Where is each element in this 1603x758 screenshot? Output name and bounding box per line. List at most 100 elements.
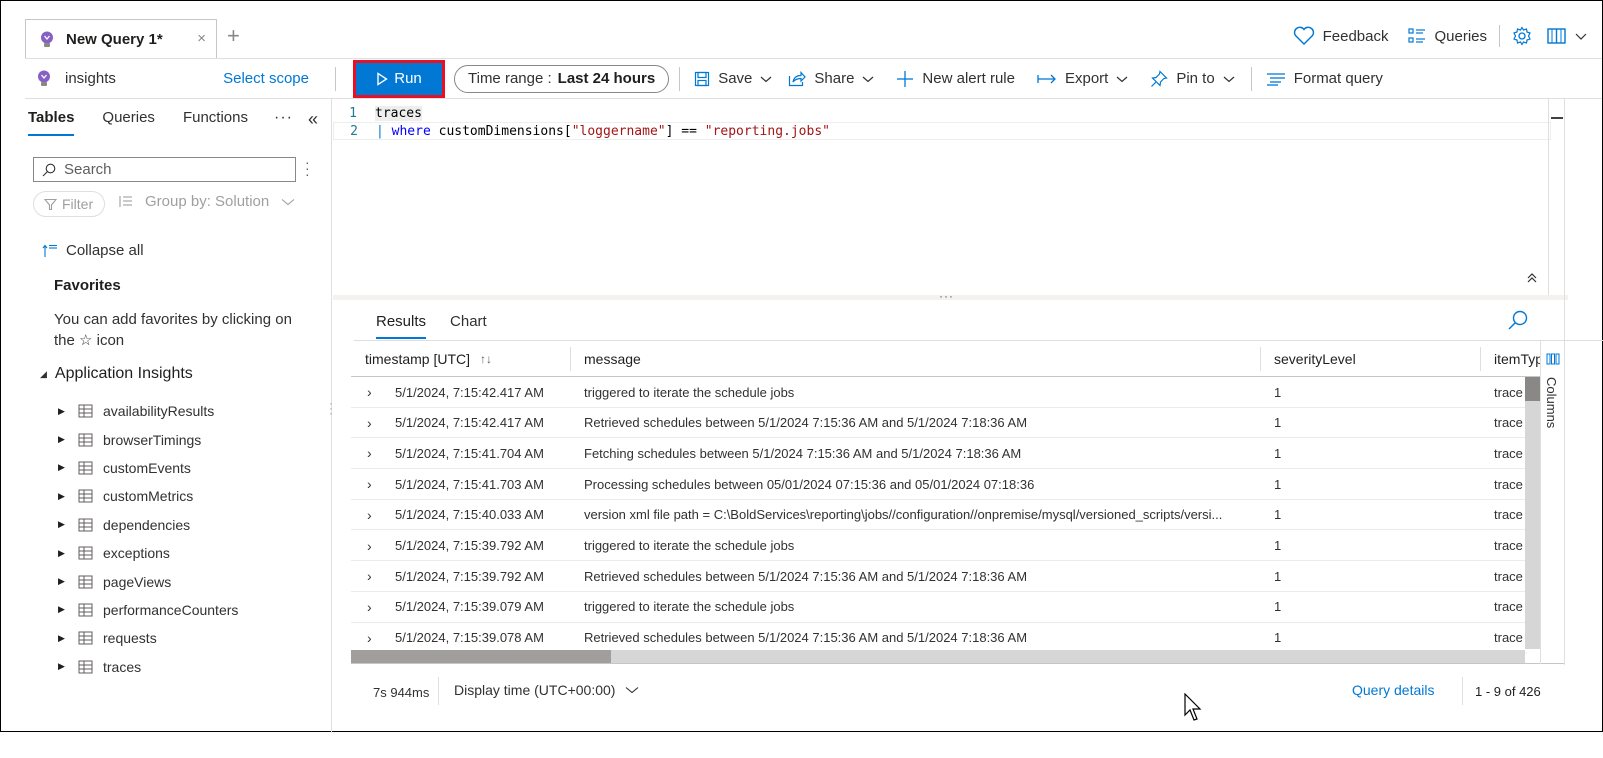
- grid-horizontal-scrollbar[interactable]: [351, 650, 1525, 663]
- expand-arrow-icon[interactable]: ▶: [58, 491, 78, 502]
- add-tab-icon[interactable]: +: [227, 23, 240, 49]
- tab-results[interactable]: Results: [376, 313, 427, 339]
- cell-itemtype: trace: [1494, 507, 1523, 523]
- table-item-dependencies[interactable]: ▶ dependencies: [58, 511, 238, 539]
- application-insights-group[interactable]: ◢ Application Insights: [40, 365, 193, 383]
- table-item-browserTimings[interactable]: ▶ browserTimings: [58, 425, 238, 453]
- column-header-message[interactable]: message: [571, 341, 1261, 377]
- table-item-requests[interactable]: ▶ requests: [58, 624, 238, 652]
- table-row[interactable]: › 5/1/2024, 7:15:40.033 AM version xml fil…: [351, 500, 1527, 531]
- table-item-exceptions[interactable]: ▶ exceptions: [58, 539, 238, 567]
- expand-row-icon[interactable]: ›: [367, 500, 372, 530]
- sort-icon[interactable]: ↑↓: [480, 352, 492, 366]
- feedback-button[interactable]: Feedback: [1293, 26, 1388, 46]
- expand-row-icon[interactable]: ›: [367, 438, 372, 468]
- select-scope-link[interactable]: Select scope: [223, 70, 309, 87]
- column-header-severitylevel[interactable]: severityLevel: [1261, 341, 1481, 377]
- expand-arrow-icon[interactable]: ▶: [58, 406, 78, 417]
- expand-arrow-icon[interactable]: ▶: [58, 661, 78, 672]
- pin-to-button[interactable]: Pin to: [1150, 69, 1235, 88]
- scrollbar-thumb[interactable]: [351, 650, 611, 663]
- export-button[interactable]: Export: [1037, 70, 1128, 87]
- grid-vertical-scrollbar[interactable]: [1525, 377, 1540, 649]
- table-row[interactable]: › 5/1/2024, 7:15:42.417 AM triggered to it…: [351, 377, 1527, 408]
- expand-arrow-icon[interactable]: ▶: [58, 548, 78, 559]
- expand-arrow-icon[interactable]: ▶: [58, 576, 78, 587]
- search-options-icon[interactable]: · · ·: [305, 155, 310, 181]
- tab-tables[interactable]: Tables: [28, 109, 75, 136]
- tab-functions[interactable]: Functions: [183, 109, 248, 136]
- search-results-icon[interactable]: [1507, 309, 1529, 334]
- tab-chart[interactable]: Chart: [450, 313, 487, 339]
- columns-panel-toggle[interactable]: Columns: [1540, 341, 1564, 664]
- expand-row-icon[interactable]: ›: [367, 377, 372, 407]
- table-row[interactable]: › 5/1/2024, 7:15:39.792 AM triggered to it…: [351, 531, 1527, 562]
- tab-queries[interactable]: Queries: [102, 109, 155, 136]
- query-details-link[interactable]: Query details: [1352, 682, 1434, 698]
- cell-timestamp: 5/1/2024, 7:15:42.417 AM: [395, 384, 544, 400]
- cell-timestamp: 5/1/2024, 7:15:40.033 AM: [395, 507, 544, 523]
- column-header-timestamp[interactable]: timestamp [UTC] ↑↓: [351, 341, 571, 377]
- scrollbar-thumb[interactable]: [1525, 377, 1540, 401]
- collapse-editor-icon[interactable]: [1525, 271, 1539, 288]
- chevron-down-icon: [626, 687, 639, 694]
- table-item-traces[interactable]: ▶ traces: [58, 653, 238, 681]
- query-elapsed-time: 7s 944ms: [373, 685, 430, 700]
- queries-button[interactable]: Queries: [1408, 28, 1487, 45]
- expand-arrow-icon[interactable]: ▶: [58, 434, 78, 445]
- export-icon: [1037, 74, 1056, 83]
- table-row[interactable]: › 5/1/2024, 7:15:41.704 AM Fetching schedu…: [351, 438, 1527, 470]
- expand-row-icon[interactable]: ›: [367, 469, 372, 499]
- table-name: availabilityResults: [103, 403, 215, 420]
- search-icon: [42, 163, 56, 176]
- filter-button[interactable]: Filter: [33, 191, 105, 217]
- table-search-input[interactable]: [64, 161, 284, 178]
- table-row[interactable]: › 5/1/2024, 7:15:39.078 AM Retrieved sched…: [351, 623, 1527, 654]
- expand-arrow-icon[interactable]: ▶: [58, 519, 78, 530]
- more-options-icon[interactable]: ···: [274, 109, 293, 127]
- expand-arrow-icon[interactable]: ▶: [58, 462, 78, 473]
- share-button[interactable]: Share: [788, 70, 874, 87]
- table-row[interactable]: › 5/1/2024, 7:15:39.079 AM triggered to it…: [351, 592, 1527, 623]
- chevron-down-icon: [863, 76, 874, 82]
- code-keyword: where: [391, 123, 431, 139]
- collapse-all-button[interactable]: Collapse all: [42, 242, 144, 259]
- collapse-sidebar-icon[interactable]: «: [308, 109, 318, 130]
- queries-list-icon: [1408, 28, 1426, 43]
- format-query-button[interactable]: Format query: [1266, 70, 1383, 87]
- expand-arrow-icon[interactable]: ▶: [58, 633, 78, 644]
- column-header-itemtype[interactable]: itemTyp: [1481, 341, 1540, 377]
- expand-arrow-icon[interactable]: ▶: [58, 604, 78, 615]
- query-editor[interactable]: 1 traces 2 | where customDimensions["log…: [333, 99, 1570, 295]
- editor-scrollbar[interactable]: [1548, 99, 1564, 295]
- table-item-customMetrics[interactable]: ▶ customMetrics: [58, 482, 238, 510]
- table-row[interactable]: › 5/1/2024, 7:15:42.417 AM Retrieved sched…: [351, 408, 1527, 439]
- expand-row-icon[interactable]: ›: [367, 623, 372, 653]
- run-button[interactable]: Run: [353, 59, 445, 98]
- new-alert-rule-button[interactable]: New alert rule: [896, 70, 1015, 88]
- table-row[interactable]: › 5/1/2024, 7:15:41.703 AM Processing sche…: [351, 469, 1527, 500]
- expand-row-icon[interactable]: ›: [367, 408, 372, 438]
- cell-itemtype: trace: [1494, 476, 1523, 492]
- expand-row-icon[interactable]: ›: [367, 531, 372, 561]
- editor-results-splitter[interactable]: ···: [333, 289, 1568, 303]
- resize-grip[interactable]: · · ·: [329, 397, 333, 419]
- chevron-down-icon[interactable]: [1574, 31, 1588, 41]
- cell-severity: 1: [1274, 568, 1282, 584]
- table-item-performanceCounters[interactable]: ▶ performanceCounters: [58, 596, 238, 624]
- save-button[interactable]: Save: [694, 70, 772, 87]
- table-item-pageViews[interactable]: ▶ pageViews: [58, 567, 238, 595]
- time-range-picker[interactable]: Time range : Last 24 hours: [454, 64, 670, 93]
- table-item-customEvents[interactable]: ▶ customEvents: [58, 454, 238, 482]
- expand-row-icon[interactable]: ›: [367, 592, 372, 622]
- book-icon[interactable]: [1546, 26, 1568, 46]
- splitter-handle[interactable]: ···: [939, 289, 954, 303]
- display-time-dropdown[interactable]: Display time (UTC+00:00): [454, 682, 639, 698]
- group-by-dropdown[interactable]: Group by: Solution: [119, 193, 295, 210]
- query-tab[interactable]: New Query 1* ×: [25, 19, 217, 59]
- gear-icon[interactable]: [1512, 26, 1532, 46]
- table-row[interactable]: › 5/1/2024, 7:15:39.792 AM Retrieved sched…: [351, 561, 1527, 592]
- table-item-availabilityResults[interactable]: ▶ availabilityResults: [58, 397, 238, 425]
- expand-row-icon[interactable]: ›: [367, 561, 372, 591]
- close-tab-icon[interactable]: ×: [197, 30, 206, 47]
